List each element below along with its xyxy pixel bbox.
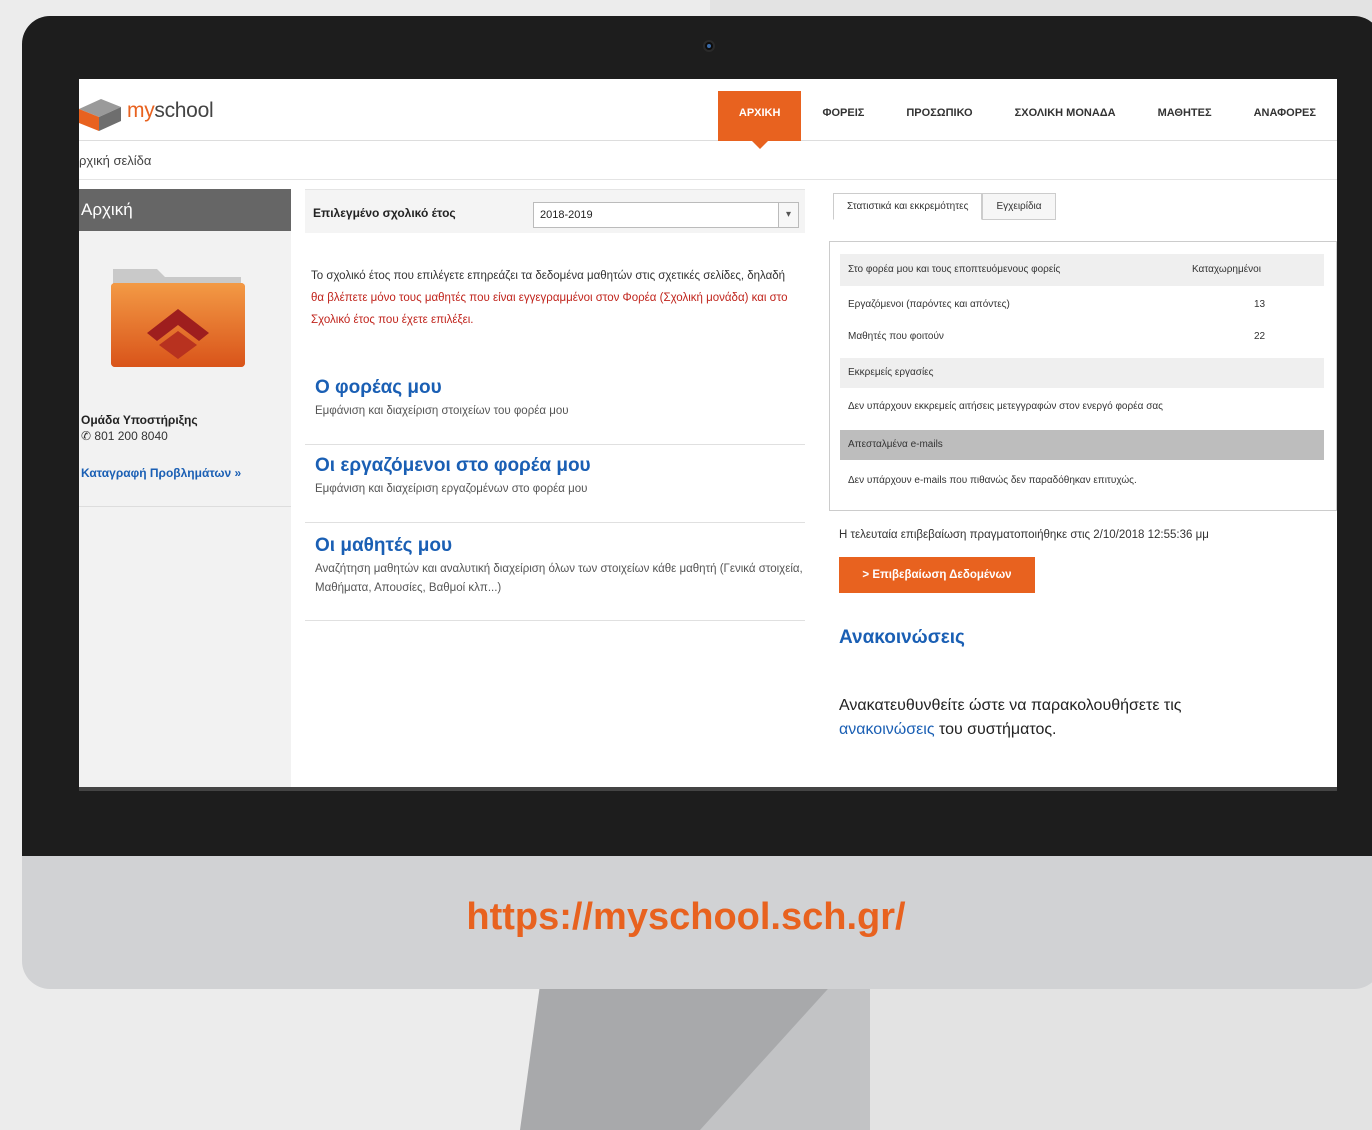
stats-panel: Στο φορέα μου και τους εποπτευόμενους φο…: [829, 241, 1337, 511]
breadcrumb-divider: [79, 179, 1337, 180]
announcements-text-before: Ανακατευθυνθείτε ώστε να παρακολουθήσετε…: [839, 697, 1182, 714]
support-phone-number: 801 200 8040: [94, 429, 168, 443]
school-year-label: Επιλεγμένο σχολικό έτος: [313, 206, 456, 220]
tab-statistics[interactable]: Στατιστικά και εκκρεμότητες: [833, 193, 983, 220]
link-desc-employees: Εμφάνιση και διαχείριση εργαζομένων στο …: [315, 483, 588, 495]
nav-item-organizations[interactable]: ΦΟΡΕΙΣ: [801, 91, 885, 141]
link-title-students[interactable]: Οι μαθητές μου: [315, 535, 805, 557]
link-desc-students: Αναζήτηση μαθητών και αναλυτική διαχείρι…: [315, 563, 803, 594]
nav-item-school-unit[interactable]: ΣΧΟΛΙΚΗ ΜΟΝΑΔΑ: [994, 91, 1137, 141]
top-bar: myschool ΑΡΧΙΚΗ ΦΟΡΕΙΣ ΠΡΟΣΩΠΙΚΟ ΣΧΟΛΙΚΗ…: [79, 79, 1337, 149]
link-title-organization[interactable]: Ο φορέας μου: [315, 377, 805, 399]
phone-icon: ✆: [81, 429, 95, 443]
school-year-value: 2018-2019: [540, 209, 593, 221]
announcements-text-after: του συστήματος.: [934, 721, 1057, 738]
sidebar: Αρχική Ομάδα Υποστήριξης ✆ 801 200 8040 …: [79, 189, 291, 787]
link-block-students[interactable]: Οι μαθητές μου Αναζήτηση μαθητών και ανα…: [305, 535, 805, 621]
pending-tasks-header: Εκκρεμείς εργασίες: [840, 358, 1324, 388]
breadcrumb: ρχική σελίδα: [79, 153, 152, 168]
link-desc-organization: Εμφάνιση και διαχείριση στοιχείων του φο…: [315, 405, 569, 417]
logo-text-school: school: [154, 99, 214, 122]
intro-text: Το σχολικό έτος που επιλέγετε επηρεάζει …: [311, 265, 791, 331]
nav-item-staff[interactable]: ΠΡΟΣΩΠΙΚΟ: [885, 91, 993, 141]
stats-header-row: Στο φορέα μου και τους εποπτευόμενους φο…: [840, 254, 1324, 286]
school-year-select[interactable]: 2018-2019 ▾: [533, 202, 799, 228]
webcam-icon: [703, 40, 715, 52]
nav-item-students[interactable]: ΜΑΘΗΤΕΣ: [1137, 91, 1233, 141]
stats-employees-label: Εργαζόμενοι (παρόντες και απόντες): [848, 299, 1010, 310]
link-block-employees[interactable]: Οι εργαζόμενοι στο φορέα μου Εμφάνιση κα…: [305, 455, 805, 523]
announcements-title[interactable]: Ανακοινώσεις: [839, 627, 965, 649]
browser-screen: myschool ΑΡΧΙΚΗ ΦΟΡΕΙΣ ΠΡΟΣΩΠΙΚΟ ΣΧΟΛΙΚΗ…: [79, 79, 1337, 791]
pending-tasks-text: Δεν υπάρχουν εκκρεμείς αιτήσεις μετεγγρα…: [848, 401, 1163, 412]
main-nav: ΑΡΧΙΚΗ ΦΟΡΕΙΣ ΠΡΟΣΩΠΙΚΟ ΣΧΟΛΙΚΗ ΜΟΝΑΔΑ Μ…: [717, 91, 1337, 149]
announcements-link[interactable]: ανακοινώσεις: [839, 721, 935, 738]
stats-tabs: Στατιστικά και εκκρεμότητες Εγχειρίδια: [833, 193, 1056, 220]
confirm-data-button[interactable]: > Επιβεβαίωση Δεδομένων: [839, 557, 1035, 593]
sidebar-divider: [79, 506, 291, 507]
link-block-organization[interactable]: Ο φορέας μου Εμφάνιση και διαχείριση στο…: [305, 377, 805, 445]
support-phone: ✆ 801 200 8040: [81, 429, 168, 443]
myschool-logo-icon[interactable]: [79, 95, 121, 131]
logo-text[interactable]: myschool: [127, 99, 214, 123]
last-confirmation-text: Η τελευταία επιβεβαίωση πραγματοποιήθηκε…: [839, 529, 1209, 541]
problems-link[interactable]: Καταγραφή Προβλημάτων »: [81, 466, 241, 480]
intro-text-part1: Το σχολικό έτος που επιλέγετε επηρεάζει …: [311, 270, 786, 282]
chevron-down-icon[interactable]: ▾: [778, 203, 798, 227]
right-panel: Στατιστικά και εκκρεμότητες Εγχειρίδια Σ…: [829, 189, 1337, 787]
stats-students-value: 22: [1254, 331, 1266, 342]
logo-text-my: my: [127, 99, 155, 122]
stats-header-value: Καταχωρημένοι: [1192, 264, 1261, 275]
nav-item-home[interactable]: ΑΡΧΙΚΗ: [717, 91, 802, 149]
support-title: Ομάδα Υποστήριξης: [81, 413, 198, 427]
nav-item-reports[interactable]: ΑΝΑΦΟΡΕΣ: [1233, 91, 1337, 141]
sent-emails-text: Δεν υπάρχουν e-mails που πιθανώς δεν παρ…: [848, 475, 1137, 486]
stats-employees-row: Εργαζόμενοι (παρόντες και απόντες) 13: [840, 290, 1324, 320]
school-year-row: Επιλεγμένο σχολικό έτος 2018-2019 ▾: [305, 189, 805, 233]
announcements-text: Ανακατευθυνθείτε ώστε να παρακολουθήσετε…: [839, 694, 1259, 742]
stats-employees-value: 13: [1254, 299, 1266, 310]
stats-students-label: Μαθητές που φοιτούν: [848, 331, 944, 342]
stats-students-row: Μαθητές που φοιτούν 22: [840, 322, 1324, 352]
intro-text-highlight: θα βλέπετε μόνο τους μαθητές που είναι ε…: [311, 292, 788, 326]
site-url: https://myschool.sch.gr/: [466, 896, 906, 938]
tab-manuals[interactable]: Εγχειρίδια: [982, 193, 1056, 220]
folder-home-icon: [111, 269, 245, 367]
sidebar-title: Αρχική: [79, 189, 291, 231]
sent-emails-header: Απεσταλμένα e-mails: [840, 430, 1324, 460]
link-title-employees[interactable]: Οι εργαζόμενοι στο φορέα μου: [315, 455, 805, 477]
stats-header-label: Στο φορέα μου και τους εποπτευόμενους φο…: [848, 264, 1061, 275]
